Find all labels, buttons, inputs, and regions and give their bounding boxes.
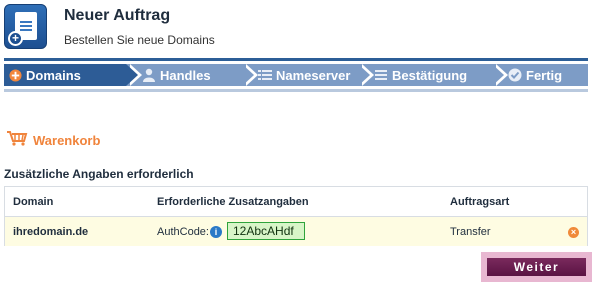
page-subtitle: Bestellen Sie neue Domains <box>64 33 215 47</box>
column-header-order-type: Auftragsart <box>450 196 510 208</box>
weiter-button[interactable]: Weiter <box>487 258 586 276</box>
page-header: + Neuer Auftrag Bestellen Sie neue Domai… <box>4 4 588 52</box>
step-label: Bestätigung <box>392 67 468 83</box>
step-domains[interactable]: Domains <box>4 64 142 86</box>
step-fertig[interactable]: Fertig <box>508 64 588 86</box>
user-icon <box>142 68 156 82</box>
cart-label: Warenkorb <box>33 133 101 148</box>
list-icon <box>258 68 272 82</box>
info-icon[interactable]: i <box>210 226 222 238</box>
step-label: Fertig <box>526 67 563 83</box>
order-table: Domain Erforderliche Zusatzangaben Auftr… <box>4 186 588 246</box>
authcode-input[interactable]: 12AbcAHdf <box>227 222 305 240</box>
step-label: Nameserver <box>276 67 351 83</box>
list-icon <box>374 68 388 82</box>
step-nameserver[interactable]: Nameserver <box>258 64 374 86</box>
wizard-steps: Domains Handles Nameserver Bestätigung F… <box>4 58 588 92</box>
check-icon <box>508 68 522 82</box>
column-header-extra: Erforderliche Zusatzangaben <box>157 196 309 208</box>
column-header-domain: Domain <box>13 196 54 208</box>
weiter-button-focus: Weiter <box>481 252 592 282</box>
page-title: Neuer Auftrag <box>64 7 171 24</box>
domain-cell: ihredomain.de <box>13 226 89 238</box>
step-label: Domains <box>26 67 81 83</box>
table-header: Domain Erforderliche Zusatzangaben Auftr… <box>5 187 587 217</box>
order-type-cell: Transfer <box>450 226 491 238</box>
authcode-label: AuthCode: <box>157 226 209 238</box>
plus-circle-icon <box>8 68 22 82</box>
table-row: ihredomain.de AuthCode: i 12AbcAHdf Tran… <box>5 217 587 246</box>
new-order-document-icon: + <box>4 4 47 49</box>
step-handles[interactable]: Handles <box>142 64 258 86</box>
step-label: Handles <box>160 67 211 83</box>
section-title: Zusätzliche Angaben erforderlich <box>4 167 194 181</box>
step-bestaetigung[interactable]: Bestätigung <box>374 64 508 86</box>
cart-heading: Warenkorb <box>6 130 100 151</box>
remove-icon[interactable]: × <box>568 227 579 238</box>
cart-icon <box>6 130 28 151</box>
